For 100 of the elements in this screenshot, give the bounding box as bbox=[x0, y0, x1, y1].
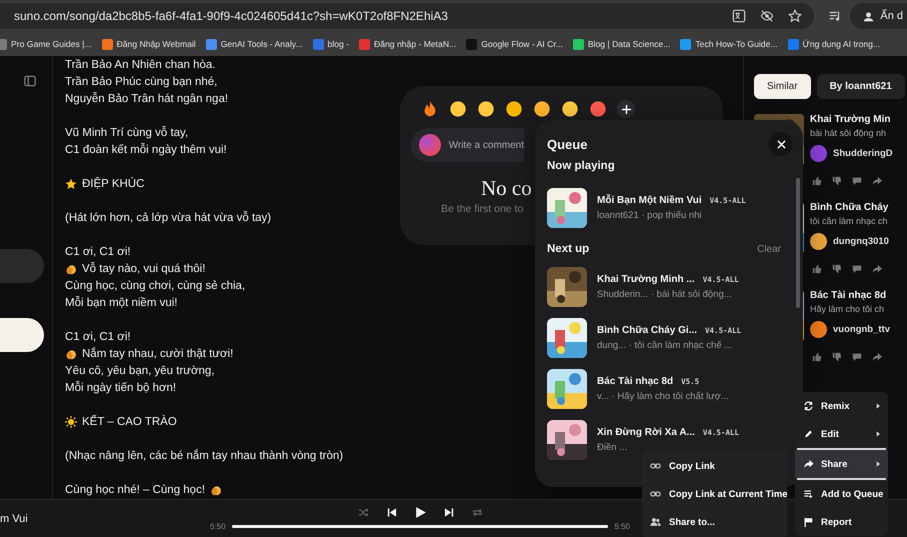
link-icon bbox=[650, 489, 661, 499]
shuffle-icon[interactable] bbox=[358, 507, 368, 518]
author-name[interactable]: dungnq3010 bbox=[833, 236, 889, 247]
next-icon[interactable] bbox=[444, 507, 454, 518]
bookmark[interactable]: Ứng dụng AI trong... bbox=[788, 38, 880, 50]
song-title: Bác Tài nhạc 8d bbox=[597, 376, 674, 386]
song-title[interactable]: Bác Tài nhạc 8d bbox=[810, 290, 900, 301]
section-heading: Next up bbox=[547, 243, 590, 255]
lyric-line: Nguyễn Bảo Trân hát ngân nga! bbox=[65, 92, 228, 104]
song-subtitle: Shudderin... · bài hát sôi động... bbox=[597, 288, 733, 300]
total-time: 5:50 bbox=[614, 522, 630, 531]
lyric-line: (Nhạc nâng lên, các bé nắm tay nhau thành vòng tròn) bbox=[65, 450, 344, 462]
translate-icon[interactable] bbox=[732, 9, 746, 23]
clear-button[interactable]: Clear bbox=[757, 244, 781, 254]
bookmark[interactable]: Đăng nhập - MetaN... bbox=[359, 38, 456, 50]
lyric-line: Cùng học, cùng chơi, cùng sẻ chia, bbox=[65, 280, 246, 292]
url-text: suno.com/song/da2bc8b5-fa6f-4fa1-90f9-4c024605d41c?sh=wK0T2of8FN2EhiA3 bbox=[14, 9, 449, 23]
close-button[interactable] bbox=[769, 132, 793, 156]
emoji-icon[interactable] bbox=[477, 100, 495, 118]
lyric-line: Trần Bảo An Nhiên chan hòa. bbox=[65, 58, 216, 70]
song-subtitle: Điền ... bbox=[597, 442, 628, 452]
previous-icon[interactable] bbox=[386, 507, 396, 518]
bookmark[interactable]: Google Flow - AI Cr... bbox=[466, 38, 563, 50]
star-icon[interactable] bbox=[788, 9, 802, 23]
share-icon[interactable] bbox=[872, 176, 882, 186]
comment-icon[interactable] bbox=[852, 176, 862, 186]
bookmark[interactable]: Blog | Data Science... bbox=[572, 38, 670, 50]
avatar-icon[interactable] bbox=[810, 321, 827, 338]
avatar-icon bbox=[419, 134, 441, 156]
lyric-line: C1 ơi, C1 ơi! bbox=[65, 246, 131, 258]
scrollbar[interactable] bbox=[796, 178, 800, 308]
lyric-line: KẾT – CAO TRÀO bbox=[82, 416, 177, 428]
song-title: Xin Đừng Rời Xa A... bbox=[597, 426, 695, 438]
song-title: Mỗi Bạn Một Niềm Vui bbox=[597, 194, 702, 206]
add-to-list-icon bbox=[803, 489, 814, 499]
share-icon[interactable] bbox=[872, 352, 882, 362]
emoji-icon[interactable] bbox=[561, 100, 579, 118]
emoji-icon[interactable] bbox=[505, 100, 523, 118]
bookmark[interactable]: GenAI Tools - Analy... bbox=[206, 38, 303, 50]
song-title[interactable]: Bình Chữa Cháy bbox=[810, 202, 900, 213]
share-icon bbox=[803, 459, 814, 469]
repeat-icon[interactable] bbox=[472, 507, 482, 518]
play-icon[interactable] bbox=[414, 506, 426, 519]
flag-icon bbox=[803, 517, 814, 527]
share-icon[interactable] bbox=[872, 264, 882, 274]
clapping-hands-icon bbox=[65, 262, 77, 274]
emoji-icon[interactable] bbox=[533, 100, 551, 118]
elapsed-time: 5:50 bbox=[210, 522, 226, 531]
thumbs-down-icon[interactable] bbox=[832, 264, 842, 274]
thumbs-down-icon[interactable] bbox=[832, 352, 842, 362]
lyric-line: Mỗi bạn một niềm vui! bbox=[65, 296, 178, 308]
author-name[interactable]: ShudderingD bbox=[833, 148, 893, 159]
empty-state-title: No co bbox=[481, 176, 532, 201]
song-title: Bình Chữa Cháy Gi... bbox=[597, 324, 698, 336]
bookmark[interactable]: Tech How-To Guide... bbox=[680, 38, 778, 50]
song-title[interactable]: Khai Trường Min bbox=[810, 114, 900, 125]
track-title[interactable]: m Vui bbox=[0, 512, 200, 524]
tab[interactable]: By loannt621 bbox=[816, 74, 905, 99]
comment-input[interactable]: Write a comment bbox=[411, 128, 524, 162]
comment-icon[interactable] bbox=[852, 352, 862, 362]
lyric-line: C1 ơi, C1 ơi! bbox=[65, 330, 131, 342]
bookmark[interactable]: Đăng Nhập Webmail bbox=[102, 38, 196, 50]
clapping-hands-icon bbox=[210, 484, 222, 496]
close-icon bbox=[776, 140, 786, 148]
lyric-line: C1 đoàn kết mỗi ngày thêm vui! bbox=[65, 144, 227, 156]
emoji-icon[interactable] bbox=[449, 100, 467, 118]
author-name[interactable]: vuongnb_ttv bbox=[833, 324, 890, 335]
lyric-line: Vỗ tay nào, vui quá thôi! bbox=[82, 262, 206, 274]
song-subtitle: loannt621 · pop thiếu nhi bbox=[597, 210, 703, 220]
eye-off-icon[interactable] bbox=[760, 9, 774, 23]
song-title: Khai Trường Minh ... bbox=[597, 274, 695, 284]
thumbs-up-icon[interactable] bbox=[812, 352, 822, 362]
bookmark[interactable]: blog - bbox=[312, 38, 350, 50]
song-description: tôi cần làm nhạc ch bbox=[810, 216, 889, 226]
thumbs-up-icon[interactable] bbox=[812, 264, 822, 274]
sun-icon bbox=[65, 416, 77, 428]
song-description: bài hát sôi động nh bbox=[810, 128, 888, 138]
song-description: Hãy làm cho tôi ch bbox=[810, 304, 886, 314]
bookmark[interactable]: Pro Game Guides |... bbox=[0, 38, 92, 50]
menu-item[interactable]: Share bbox=[795, 450, 888, 478]
sidebar-toggle-icon[interactable] bbox=[24, 75, 36, 87]
lyric-line: Yêu cô, yêu bạn, yêu trường, bbox=[65, 364, 214, 376]
empty-state-hint: Be the first one to bbox=[441, 203, 524, 215]
comment-icon[interactable] bbox=[852, 264, 862, 274]
profile-chip[interactable]: Ẩn d bbox=[850, 3, 907, 29]
tab[interactable]: Similar bbox=[754, 74, 811, 99]
lyric-line: ĐIỆP KHÚC bbox=[82, 178, 144, 190]
person-icon bbox=[862, 10, 876, 22]
lyric-line: Mỗi ngày tiến bộ hơn! bbox=[65, 382, 176, 394]
section-heading: Now playing bbox=[547, 160, 615, 172]
pencil-icon bbox=[803, 429, 814, 439]
add-reaction-button[interactable] bbox=[617, 100, 635, 118]
panel-title: Queue bbox=[547, 136, 588, 152]
thumbs-up-icon[interactable] bbox=[812, 176, 822, 186]
clapping-hands-icon bbox=[65, 348, 77, 360]
emoji-icon[interactable] bbox=[589, 100, 607, 118]
avatar-icon[interactable] bbox=[810, 233, 827, 250]
address-bar[interactable]: suno.com/song/da2bc8b5-fa6f-4fa1-90f9-4c024605d41c?sh=wK0T2of8FN2EhiA3 bbox=[0, 3, 814, 29]
thumbs-down-icon[interactable] bbox=[832, 176, 842, 186]
lyric-line: Nắm tay nhau, cười thật tươi! bbox=[82, 348, 234, 360]
